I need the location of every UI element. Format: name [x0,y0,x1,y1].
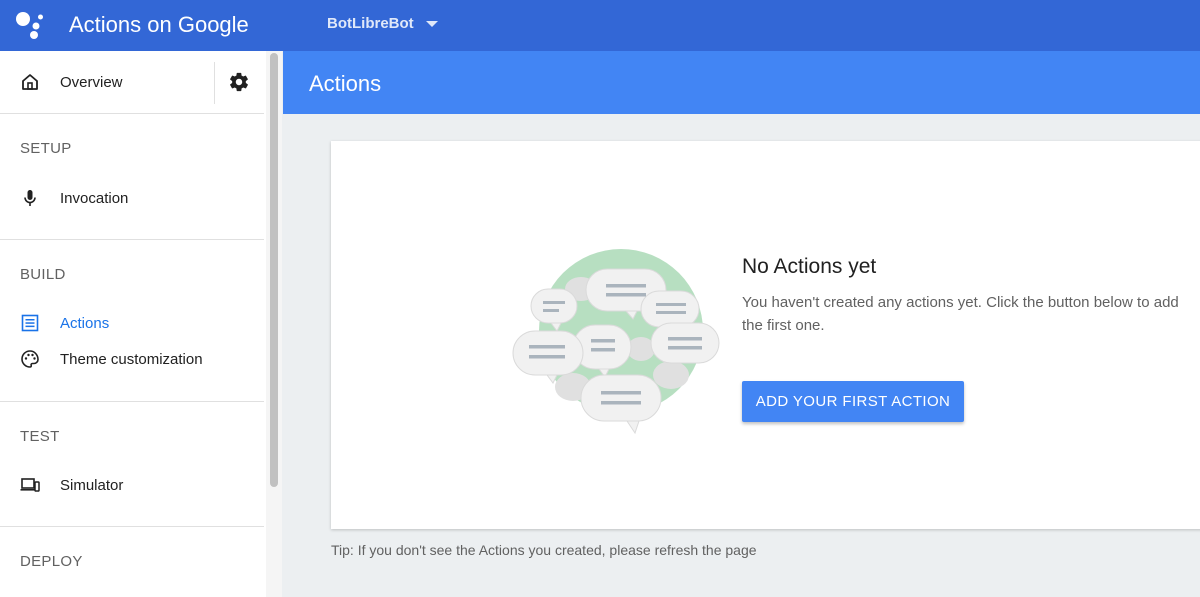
sidebar-item-label: Invocation [60,189,129,207]
devices-icon [20,478,40,492]
empty-state-card: No Actions yet You haven't created any a… [331,141,1200,529]
divider [214,62,215,104]
sidebar-item-invocation[interactable]: Invocation [0,182,264,214]
section-title-setup: SETUP [20,140,72,157]
top-app-bar: Actions on Google BotLibreBot [0,0,1200,51]
divider [0,239,264,240]
sidebar-scrollbar[interactable] [266,51,282,597]
sidebar: Overview SETUP Invocation BUILD Actions [0,51,282,597]
sidebar-item-actions[interactable]: Actions [0,307,264,339]
app-title: Actions on Google [69,12,249,37]
sidebar-item-simulator[interactable]: Simulator [0,469,264,501]
microphone-icon [24,190,36,206]
divider [0,526,264,527]
scrollbar-thumb[interactable] [270,53,278,487]
home-icon [22,74,38,90]
project-name: BotLibreBot [327,15,414,32]
sidebar-item-label: Simulator [60,476,124,494]
palette-icon [21,350,39,368]
empty-state-description: You haven't created any actions yet. Cli… [742,294,1179,334]
section-title-build: BUILD [20,266,66,283]
project-selector[interactable]: BotLibreBot [327,15,438,32]
divider [0,401,264,402]
empty-state-title: No Actions yet [742,255,877,278]
sidebar-item-label: Actions [60,314,110,332]
refresh-tip: Tip: If you don't see the Actions you cr… [331,542,757,558]
add-first-action-button[interactable]: ADD YOUR FIRST ACTION [742,381,964,422]
chat-bubbles-illustration-icon [512,249,720,435]
settings-gear-icon[interactable] [228,71,250,93]
sidebar-item-overview[interactable]: Overview [0,66,264,98]
section-title-test: TEST [20,428,60,445]
google-assistant-logo-icon [16,12,43,39]
section-title-deploy: DEPLOY [20,553,83,570]
page-header: Actions [283,51,1200,114]
sidebar-item-theme-customization[interactable]: Theme customization [0,343,264,375]
list-document-icon [21,314,39,332]
sidebar-item-label: Theme customization [60,350,203,368]
page-title: Actions [309,71,382,96]
divider [0,113,264,114]
dropdown-caret-icon [425,20,438,27]
sidebar-item-label: Overview [60,73,123,91]
